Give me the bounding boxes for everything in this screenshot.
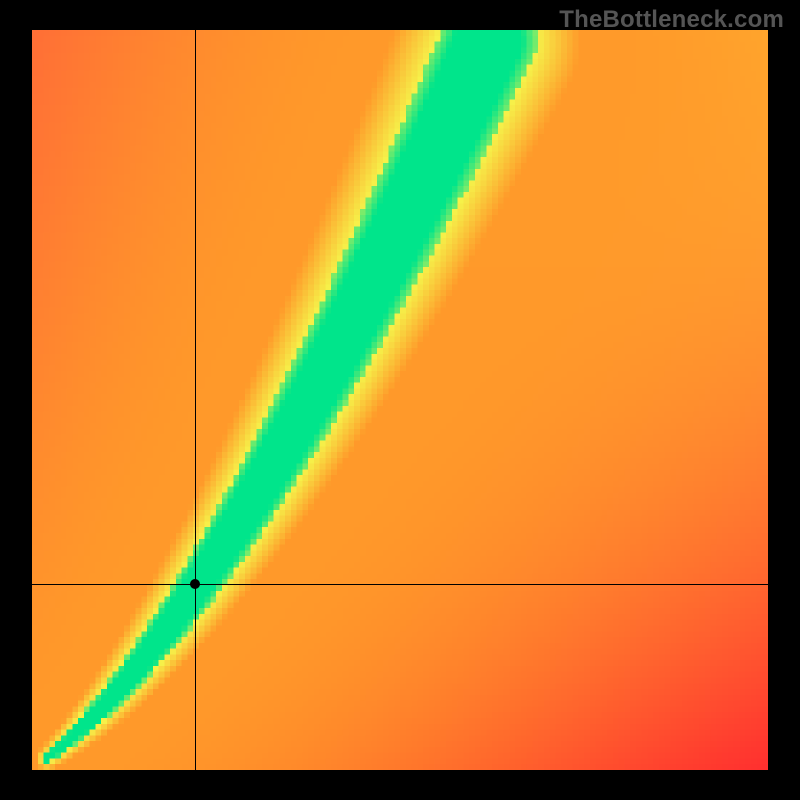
crosshair-vertical — [195, 30, 196, 770]
crosshair-horizontal — [32, 584, 768, 585]
bottleneck-heatmap — [32, 30, 768, 770]
watermark-text: TheBottleneck.com — [559, 6, 784, 34]
queried-point-marker — [190, 579, 200, 589]
chart-frame: TheBottleneck.com — [0, 0, 800, 800]
